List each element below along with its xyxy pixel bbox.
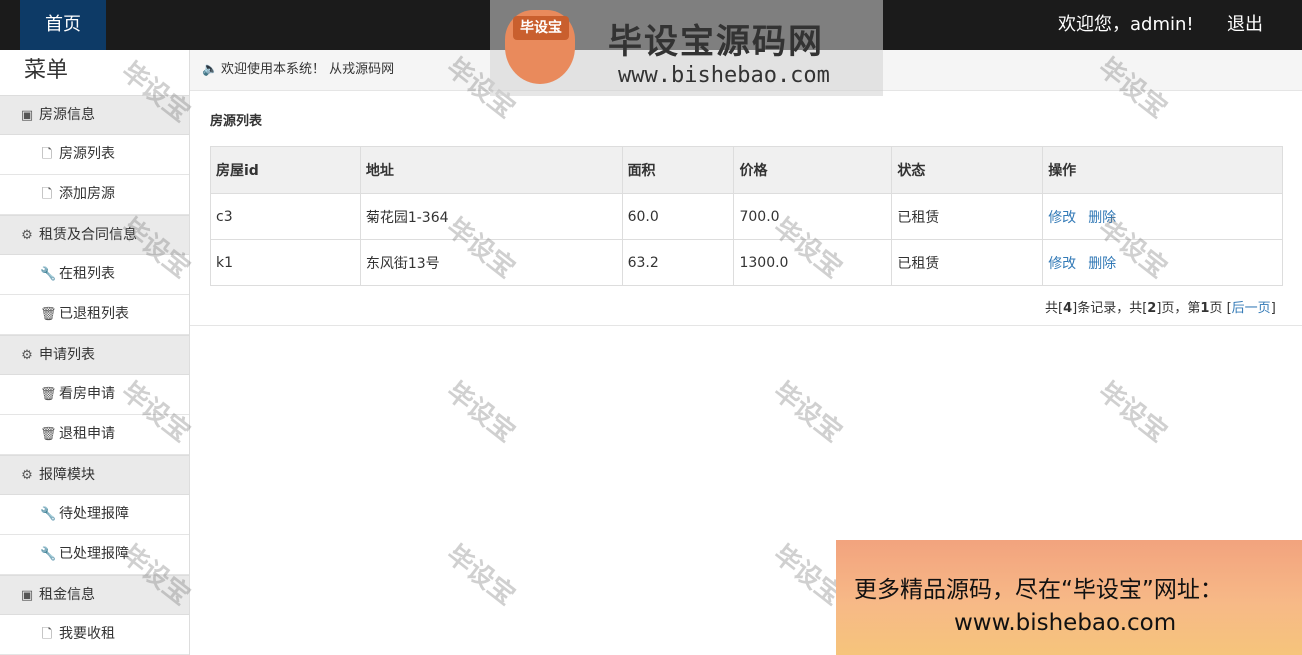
sidebar-item-checkout-requests[interactable]: 🗑 退租申请	[0, 415, 189, 455]
sidebar-item-label: 我要收租	[59, 626, 115, 642]
promo-banner: 更多精品源码，尽在“毕设宝”网址： www.bishebao.com	[836, 540, 1302, 655]
cell-area: 63.2	[621, 239, 735, 286]
nav-home-tab[interactable]: 首页	[20, 0, 106, 50]
logo-badge: 毕设宝	[513, 16, 569, 40]
sidebar-item-label: 房源列表	[59, 146, 115, 162]
b-square-icon: ▣	[20, 108, 34, 123]
sidebar-item-label: 退租申请	[59, 426, 115, 442]
cell-actions: 修改 删除	[1042, 193, 1283, 240]
pager-page-count: 2	[1147, 301, 1157, 316]
wrench-icon: 🔧	[40, 507, 57, 522]
sidebar-item-label: 在租列表	[59, 266, 115, 282]
file-icon: 🗋	[41, 627, 53, 642]
cell-id: k1	[210, 239, 361, 286]
sidebar: 菜单 ▣ 房源信息 🗋 房源列表 🗋 添加房源 ⚙ 租赁及合同信息 🔧 在租列表 🗑 已退租…	[0, 50, 190, 655]
sidebar-item-label: 添加房源	[59, 186, 115, 202]
cell-actions: 修改 删除	[1042, 239, 1283, 286]
file-icon: 🗋	[41, 147, 53, 162]
sidebar-item-label: 看房申请	[59, 386, 115, 402]
page-title: 房源列表	[210, 114, 263, 129]
sidebar-group-applications[interactable]: ⚙ 申请列表	[0, 335, 189, 375]
logout-link[interactable]: 退出	[1227, 0, 1263, 50]
sidebar-item-label: 待处理报障	[59, 506, 129, 522]
gear-icon: ⚙	[21, 228, 33, 243]
wrench-icon: 🔧	[40, 547, 57, 562]
sidebar-item-viewing-requests[interactable]: 🗑 看房申请	[0, 375, 189, 415]
edit-link[interactable]: 修改	[1048, 256, 1076, 272]
file-icon: 🗋	[41, 187, 53, 202]
cell-address: 菊花园1-364	[359, 193, 623, 240]
pager-text: ]	[1270, 301, 1276, 316]
trash-icon: 🗑	[40, 307, 57, 322]
wrench-icon: 🔧	[40, 267, 57, 282]
cell-status: 已租赁	[891, 239, 1044, 286]
welcome-text: 欢迎您，admin!	[1058, 14, 1194, 35]
breadcrumb-text: 欢迎使用本系统！ 从戎源码网	[221, 62, 395, 77]
column-header-price: 价格	[733, 146, 893, 194]
gear-icon: ⚙	[21, 348, 33, 363]
sidebar-item-collect-rent[interactable]: 🗋 我要收租	[0, 615, 189, 655]
column-header-area: 面积	[621, 146, 735, 194]
cell-status: 已租赁	[891, 193, 1044, 240]
cell-price: 700.0	[733, 193, 893, 240]
trash-icon: 🗑	[40, 387, 57, 402]
delete-link[interactable]: 删除	[1088, 210, 1116, 226]
sidebar-item-label: 已退租列表	[59, 306, 129, 322]
watermark: 毕设宝	[767, 376, 848, 449]
table-header-row: 房屋id 地址 面积 价格 状态 操作	[210, 146, 1283, 194]
sidebar-group-lease[interactable]: ⚙ 租赁及合同信息	[0, 215, 189, 255]
logo-url: www.bishebao.com	[618, 63, 830, 88]
housing-table: 房屋id 地址 面积 价格 状态 操作 c3 菊花园1-364 60.0 700…	[210, 146, 1283, 286]
next-page-link[interactable]: 后一页	[1232, 301, 1271, 316]
sidebar-title: 菜单	[24, 58, 69, 83]
table-row: k1 东风街13号 63.2 1300.0 已租赁 修改 删除	[210, 239, 1283, 286]
pager-text: ]条记录，共[	[1072, 301, 1148, 316]
pager-record-count: 4	[1063, 301, 1073, 316]
mascot-icon: 毕设宝	[505, 10, 575, 84]
cell-id: c3	[210, 193, 361, 240]
sidebar-group-faults[interactable]: ⚙ 报障模块	[0, 455, 189, 495]
promo-text: 更多精品源码，尽在“毕设宝”网址：	[854, 577, 1223, 603]
gear-icon: ⚙	[21, 468, 33, 483]
sidebar-item-housing-list[interactable]: 🗋 房源列表	[0, 135, 189, 175]
promo-url: www.bishebao.com	[954, 610, 1177, 636]
speaker-icon: 🔈	[202, 62, 219, 77]
trash-icon: 🗑	[40, 427, 57, 442]
sidebar-item-renting-list[interactable]: 🔧 在租列表	[0, 255, 189, 295]
sidebar-group-housing[interactable]: ▣ 房源信息	[0, 95, 189, 135]
sidebar-item-add-housing[interactable]: 🗋 添加房源	[0, 175, 189, 215]
column-header-status: 状态	[891, 146, 1044, 194]
sidebar-group-label: 报障模块	[39, 467, 95, 483]
cell-price: 1300.0	[733, 239, 893, 286]
column-header-address: 地址	[359, 146, 623, 194]
watermark: 毕设宝	[1092, 376, 1173, 449]
sidebar-group-label: 租赁及合同信息	[39, 227, 137, 243]
logo-title: 毕设宝源码网	[608, 22, 824, 62]
pager-text: 共[	[1045, 301, 1064, 316]
delete-link[interactable]: 删除	[1088, 256, 1116, 272]
sidebar-group-rent[interactable]: ▣ 租金信息	[0, 575, 189, 615]
pagination: 共[4]条记录，共[2]页，第1页 [后一页]	[1045, 297, 1276, 316]
edit-link[interactable]: 修改	[1048, 210, 1076, 226]
cell-area: 60.0	[621, 193, 735, 240]
sidebar-item-label: 已处理报障	[59, 546, 129, 562]
sidebar-group-label: 房源信息	[39, 107, 95, 123]
cell-address: 东风街13号	[359, 239, 623, 286]
pager-text: ]页，第	[1156, 301, 1201, 316]
column-header-actions: 操作	[1042, 146, 1283, 194]
sidebar-group-label: 租金信息	[39, 587, 95, 603]
site-logo-banner: 毕设宝 毕设宝源码网 www.bishebao.com	[490, 0, 883, 96]
sidebar-item-returned-list[interactable]: 🗑 已退租列表	[0, 295, 189, 335]
table-row: c3 菊花园1-364 60.0 700.0 已租赁 修改 删除	[210, 193, 1283, 240]
column-header-id: 房屋id	[210, 146, 361, 194]
sidebar-item-pending-faults[interactable]: 🔧 待处理报障	[0, 495, 189, 535]
watermark: 毕设宝	[440, 539, 521, 612]
watermark: 毕设宝	[440, 376, 521, 449]
sidebar-group-label: 申请列表	[39, 347, 95, 363]
pager-text: 页 [	[1209, 301, 1232, 316]
sidebar-item-handled-faults[interactable]: 🔧 已处理报障	[0, 535, 189, 575]
content-divider	[190, 325, 1302, 326]
b-square-icon: ▣	[20, 588, 34, 603]
